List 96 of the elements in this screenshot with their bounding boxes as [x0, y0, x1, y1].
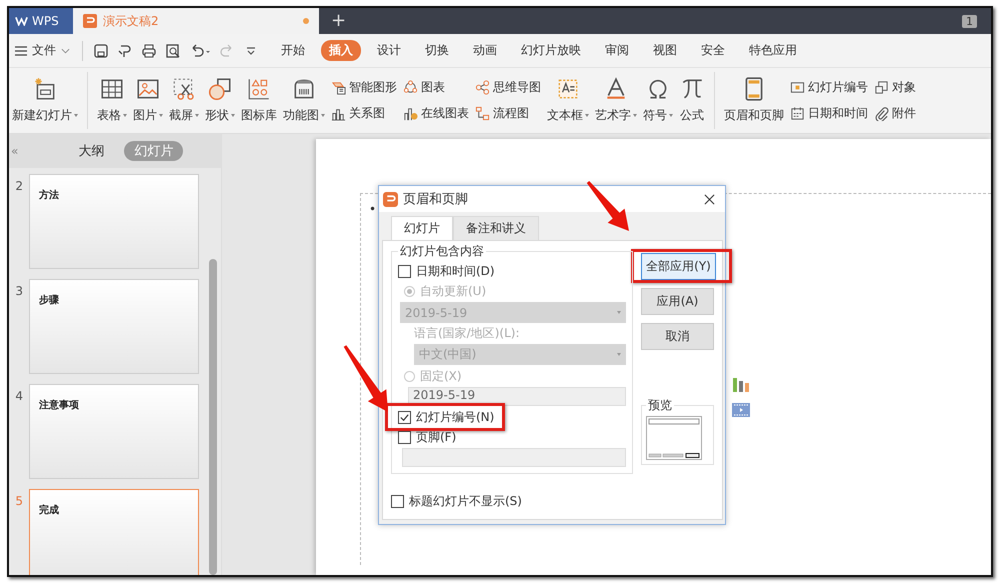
- ribbon-button[interactable]: 图片: [130, 72, 166, 129]
- dialog-button[interactable]: 全部应用(Y): [641, 253, 716, 280]
- footer-field[interactable]: [402, 448, 626, 467]
- scrollbar-thumb[interactable]: [209, 259, 217, 575]
- checkbox-label: 幻灯片编号(N): [416, 408, 494, 426]
- radio-label: 固定(X): [420, 368, 462, 384]
- slide-number-icon: [790, 80, 805, 95]
- ribbon-button[interactable]: 流程图: [475, 105, 541, 122]
- menu-tab[interactable]: 视图: [645, 40, 685, 61]
- ribbon-button[interactable]: 功能图: [280, 72, 328, 129]
- calendar-icon: [790, 106, 805, 122]
- slide-number: 3: [14, 284, 23, 298]
- window-count-badge[interactable]: 1: [962, 14, 977, 28]
- checkbox-label: 标题幻灯片不显示(S): [409, 492, 522, 510]
- pointer-arrow: [586, 181, 629, 231]
- menu-tab[interactable]: 安全: [693, 40, 733, 61]
- new-tab-button[interactable]: +: [319, 8, 358, 34]
- shapes-icon: [207, 76, 233, 102]
- group-title: 幻灯片包含内容: [398, 243, 486, 260]
- slide-number: 2: [14, 179, 23, 193]
- slide-number: 4: [14, 389, 23, 403]
- slide-preview-drawing: [646, 416, 702, 460]
- ribbon-button[interactable]: 文本框: [544, 72, 592, 129]
- slide-thumbnail[interactable]: 完成: [29, 489, 199, 575]
- dialog-title: 页眉和页脚: [403, 191, 468, 208]
- ribbon-button[interactable]: 对象: [874, 78, 916, 96]
- ribbon-button[interactable]: 关系图: [331, 105, 397, 122]
- online-chart-icon: [403, 106, 418, 122]
- app-tab[interactable]: WPS: [9, 8, 73, 34]
- menu-tab[interactable]: 幻灯片放映: [513, 40, 589, 61]
- video-icon[interactable]: [732, 403, 750, 417]
- checkbox[interactable]: [398, 410, 411, 424]
- menu-tab[interactable]: 设计: [369, 40, 409, 61]
- paperclip-icon: [874, 106, 889, 122]
- checkbox[interactable]: [391, 494, 404, 508]
- ribbon-button[interactable]: 新建幻灯片: [9, 72, 81, 129]
- preview-title: 预览: [646, 397, 674, 414]
- checkmark-icon: [399, 412, 410, 422]
- menu-tab[interactable]: 动画: [465, 40, 505, 61]
- print-preview-icon[interactable]: [165, 42, 181, 58]
- ribbon-button[interactable]: 在线图表: [403, 105, 469, 122]
- checkbox[interactable]: [398, 264, 411, 278]
- menu-icon: [15, 46, 27, 56]
- print-icon[interactable]: [141, 42, 157, 58]
- close-icon[interactable]: [704, 194, 715, 204]
- ribbon-button[interactable]: 附件: [874, 105, 916, 122]
- bullet: •: [369, 202, 376, 216]
- slide-thumbnail[interactable]: 步骤: [29, 279, 199, 374]
- ribbon-button[interactable]: 图标库: [238, 72, 280, 129]
- ribbon-button[interactable]: 图表: [403, 78, 469, 96]
- circle-nodes-icon: [403, 80, 418, 95]
- thumbnail-title: 注意事项: [39, 400, 79, 411]
- ribbon-button[interactable]: 符号: [640, 72, 676, 129]
- slide-thumbnail[interactable]: 注意事项: [29, 384, 199, 479]
- panel-tab[interactable]: 大纲: [68, 141, 114, 161]
- flowchart-icon: [475, 106, 490, 122]
- presentation-icon: [383, 192, 398, 206]
- thumbnail-title: 方法: [39, 190, 59, 201]
- language-label: 语言(国家/地区)(L):: [414, 325, 520, 342]
- export-icon[interactable]: [117, 42, 133, 58]
- menu-tab[interactable]: 审阅: [597, 40, 637, 61]
- thumbnail-title: 步骤: [39, 295, 59, 306]
- smart-shape-icon: [331, 80, 346, 95]
- ribbon-button[interactable]: 艺术字: [592, 72, 640, 129]
- ribbon-button[interactable]: 表格: [94, 72, 130, 129]
- pointer-arrow: [344, 345, 388, 412]
- dialog-tab[interactable]: 备注和讲义: [453, 216, 539, 240]
- file-menu[interactable]: 文件: [9, 40, 76, 62]
- ribbon-button[interactable]: 思维导图: [475, 78, 541, 96]
- slide-thumbnail[interactable]: 方法: [29, 174, 199, 269]
- dialog-button[interactable]: 应用(A): [641, 288, 714, 315]
- object-icon: [874, 80, 889, 95]
- mind-map-icon: [475, 80, 490, 95]
- slide-number: 5: [14, 494, 23, 508]
- bar-chart-icon[interactable]: [732, 377, 750, 393]
- dialog-tab[interactable]: 幻灯片: [391, 216, 453, 240]
- save-icon[interactable]: [93, 42, 109, 58]
- ribbon-button[interactable]: 截屏: [166, 72, 202, 129]
- presentation-icon: [83, 14, 97, 28]
- menu-tab[interactable]: 开始: [273, 40, 313, 61]
- checkbox-label: 页脚(F): [416, 428, 456, 446]
- checkbox[interactable]: [398, 430, 411, 444]
- ribbon-button[interactable]: 形状: [202, 72, 238, 129]
- w-logo-icon: [15, 16, 28, 26]
- ribbon-button[interactable]: 日期和时间: [790, 105, 868, 122]
- menu-tab[interactable]: 切换: [417, 40, 457, 61]
- ribbon-button[interactable]: 页眉和页脚: [721, 72, 787, 129]
- thumbnail-title: 完成: [39, 505, 59, 516]
- menu-tab[interactable]: 特色应用: [741, 40, 805, 61]
- radio-label: 自动更新(U): [420, 282, 486, 300]
- ribbon-button[interactable]: 幻灯片编号: [790, 78, 868, 96]
- dialog-button[interactable]: 取消: [641, 323, 714, 350]
- checkbox-label: 日期和时间(D): [416, 262, 495, 280]
- caret-icon: [61, 48, 70, 54]
- ribbon-button[interactable]: 智能图形: [331, 78, 397, 96]
- ribbon-button[interactable]: 公式: [676, 72, 708, 129]
